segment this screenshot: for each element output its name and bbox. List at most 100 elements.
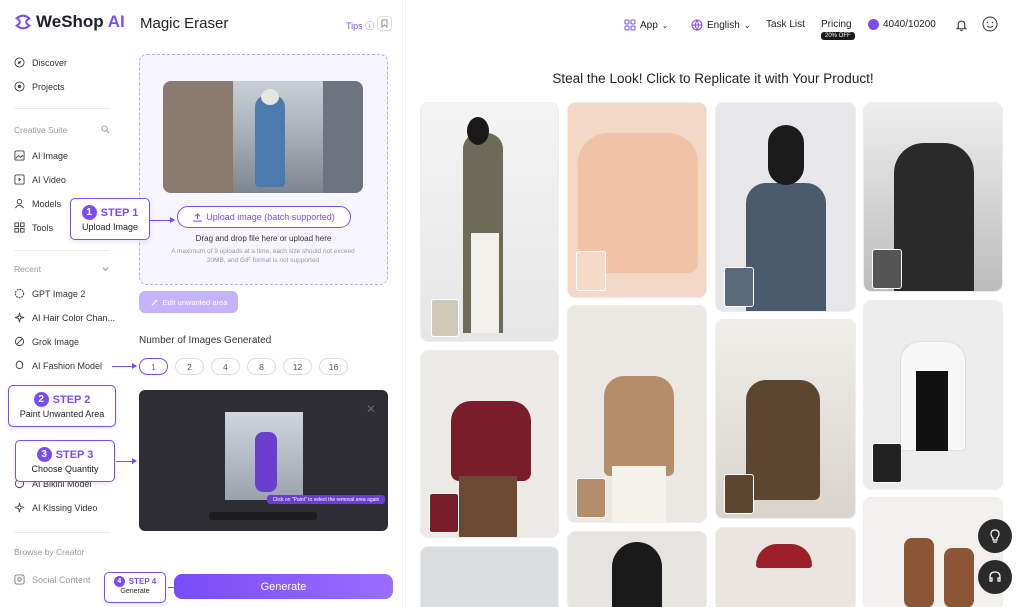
gallery-card[interactable]: [863, 497, 1003, 607]
app-menu[interactable]: App ⌄: [624, 19, 669, 31]
sidebar-item-ai-image[interactable]: AI Image: [14, 150, 68, 161]
bookmark-button[interactable]: [377, 16, 392, 31]
step-subtitle: Choose Quantity: [31, 464, 99, 474]
step-number: 4: [113, 576, 125, 587]
weshop-logo-icon: [14, 14, 32, 30]
credit-icon: [868, 19, 879, 30]
step-title: STEP 2: [52, 393, 91, 406]
chevron-down-icon: ⌄: [661, 20, 669, 30]
gallery-card[interactable]: [420, 350, 559, 538]
num-option-8[interactable]: 8: [247, 358, 276, 375]
sidebar-item-label: AI Hair Color Chan...: [32, 312, 116, 323]
globe-icon: [691, 19, 703, 31]
gallery-card[interactable]: [863, 300, 1003, 490]
gallery-card[interactable]: [715, 527, 856, 607]
gallery-card[interactable]: [420, 546, 559, 607]
grid-icon: [624, 19, 636, 31]
uploaded-image-preview: [163, 81, 363, 193]
upload-icon: [193, 212, 202, 222]
gpt-icon: [14, 288, 25, 299]
tutorial-video[interactable]: Click on "Paint" to select the removal a…: [139, 390, 388, 531]
brush-icon: [151, 298, 158, 306]
sidebar-item-label: Discover: [32, 57, 68, 68]
gallery-card[interactable]: [567, 102, 707, 298]
gallery-card[interactable]: [567, 305, 707, 523]
upload-image-button[interactable]: Upload image (batch supported): [177, 206, 351, 228]
brand-logo[interactable]: WeShop AI: [14, 12, 125, 32]
sidebar-item-ai-kissing-video[interactable]: AI Kissing Video: [14, 502, 97, 513]
gallery-card[interactable]: [863, 102, 1003, 292]
section-title-text: Recent: [14, 264, 41, 274]
sidebar-item-projects[interactable]: Projects: [14, 81, 65, 92]
chevron-down-icon: [102, 267, 109, 272]
task-list-link[interactable]: Task List: [766, 19, 805, 30]
step-title: STEP 3: [55, 448, 94, 461]
sidebar-item-label: AI Kissing Video: [32, 502, 98, 513]
credits-display[interactable]: 4040/10200: [868, 19, 936, 30]
product-thumbnail: [576, 251, 606, 291]
sidebar-item-social-content[interactable]: Social Content: [14, 574, 91, 585]
gallery-card[interactable]: [567, 531, 707, 607]
credits-value: 4040/10200: [883, 19, 936, 30]
edit-button-label: Edit unwanted area: [162, 297, 228, 307]
gallery-card[interactable]: [715, 102, 856, 312]
drag-drop-text: Drag and drop file here or upload here: [195, 234, 332, 243]
section-recent[interactable]: Recent: [14, 264, 110, 274]
support-button[interactable]: [978, 560, 1012, 594]
sidebar-item-grok-image[interactable]: Grok Image: [14, 336, 79, 347]
lightbulb-icon: [990, 529, 1000, 543]
num-option-2[interactable]: 2: [175, 358, 204, 375]
fashion-icon: [15, 360, 24, 370]
close-icon[interactable]: ✕: [366, 402, 376, 416]
step-subtitle: Generate: [120, 588, 150, 595]
bookmark-icon: [381, 19, 388, 28]
step-4-callout: 4 STEP 4 Generate: [104, 572, 166, 603]
num-option-16[interactable]: 16: [319, 358, 348, 375]
sidebar-item-models[interactable]: Models: [14, 198, 61, 209]
edit-unwanted-area-button[interactable]: Edit unwanted area: [139, 291, 238, 313]
sidebar-item-ai-video[interactable]: AI Video: [14, 174, 66, 185]
video-icon: [14, 174, 25, 185]
grok-icon: [14, 336, 25, 347]
step-number: 1: [81, 205, 97, 220]
step-3-arrow: [116, 458, 137, 464]
tips-link[interactable]: Tips ⓘ: [346, 19, 374, 32]
pricing-link[interactable]: Pricing: [821, 19, 852, 30]
brand-suffix: AI: [107, 12, 125, 31]
video-toolbar: [209, 512, 317, 520]
image-icon: [14, 150, 25, 161]
gallery-title: Steal the Look! Click to Replicate it wi…: [552, 71, 874, 86]
step-4-arrow: [168, 584, 193, 590]
user-avatar[interactable]: [982, 16, 998, 32]
sidebar-divider: [14, 250, 110, 251]
sidebar-item-discover[interactable]: Discover: [14, 57, 67, 68]
num-option-1[interactable]: 1: [139, 358, 168, 375]
gallery-card[interactable]: [715, 319, 856, 519]
gallery-card[interactable]: [420, 102, 559, 342]
step-2-callout: 2 STEP 2 Paint Unwanted Area: [8, 385, 116, 427]
notifications-button[interactable]: [955, 19, 968, 32]
sidebar: WeShop AI Discover Projects Creative Suit…: [0, 0, 125, 607]
sidebar-item-ai-hair-color[interactable]: AI Hair Color Chan...: [14, 312, 115, 323]
step-2-arrow: [112, 363, 137, 369]
section-title-text: Browse by Creator: [14, 547, 85, 557]
language-label: English: [707, 19, 740, 31]
tips-label: Tips: [346, 21, 363, 31]
generate-button[interactable]: Generate: [174, 574, 393, 599]
sidebar-item-label: Projects: [32, 81, 65, 92]
sparkle-icon: [14, 312, 25, 323]
num-option-4[interactable]: 4: [211, 358, 240, 375]
step-title: STEP 4: [128, 577, 157, 586]
idea-button[interactable]: [978, 519, 1012, 553]
sidebar-item-ai-fashion-model[interactable]: AI Fashion Model: [14, 360, 102, 371]
step-number: 3: [36, 447, 52, 462]
section-title-text: Creative Suite: [14, 125, 68, 135]
sidebar-item-gpt-image-2[interactable]: GPT Image 2: [14, 288, 85, 299]
language-selector[interactable]: English ⌄: [691, 19, 751, 31]
tools-icon: [14, 222, 25, 233]
product-thumbnail: [872, 443, 902, 483]
num-option-12[interactable]: 12: [283, 358, 312, 375]
sidebar-item-tools[interactable]: Tools: [14, 222, 53, 233]
search-icon[interactable]: [101, 125, 110, 134]
bell-icon: [955, 20, 968, 32]
